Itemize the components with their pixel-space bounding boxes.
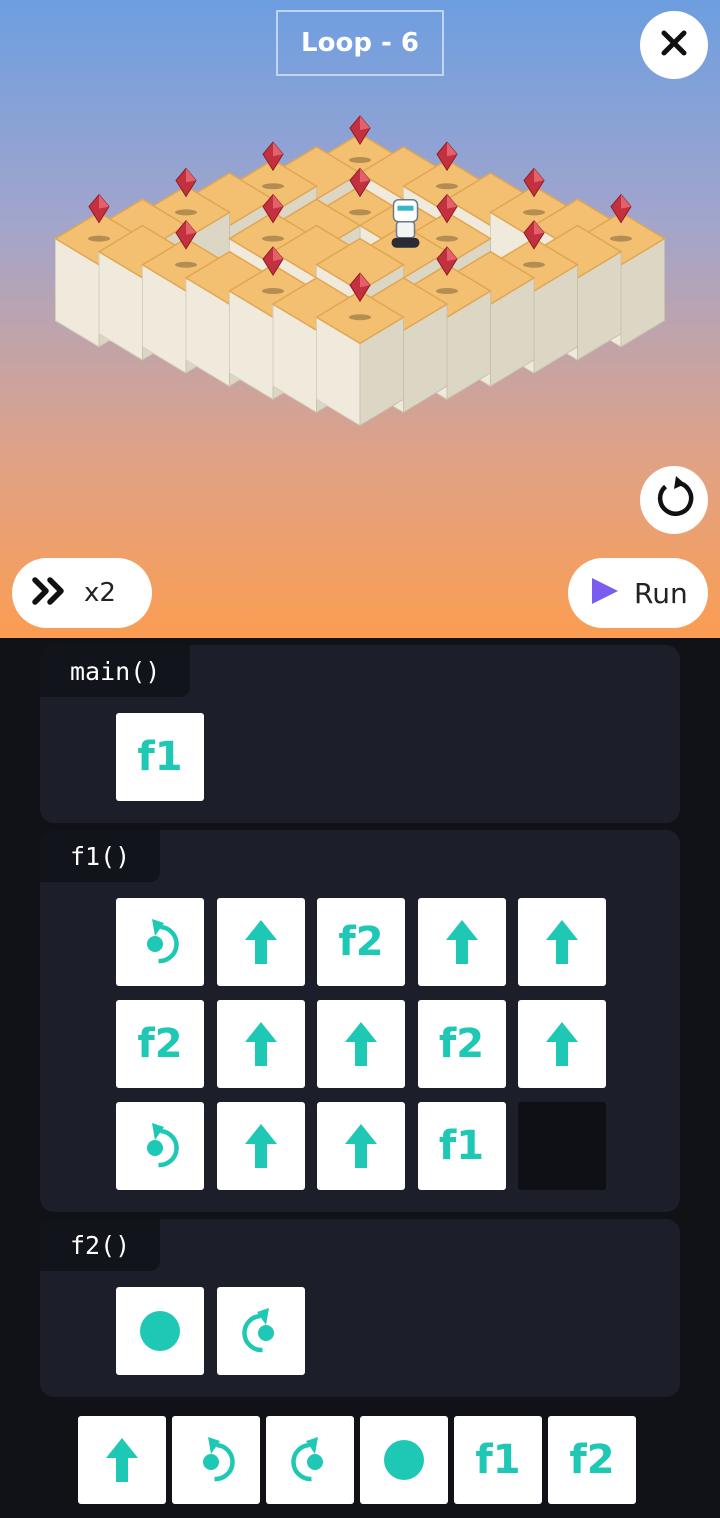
call-f2-block[interactable]: f2 — [417, 1000, 506, 1088]
forward-icon — [241, 918, 281, 966]
turn-left-block[interactable] — [116, 1102, 204, 1190]
turn-right-icon — [239, 1305, 283, 1357]
gem-shadow — [436, 235, 458, 242]
palette-call-f1-block[interactable]: f1 — [454, 1416, 542, 1504]
game-area: Loop - 6 x2 Run — [0, 0, 720, 638]
forward-block[interactable] — [216, 1102, 305, 1190]
f2-slots — [116, 1287, 606, 1375]
gem-shadow — [349, 314, 371, 321]
main-slots: f1 — [116, 713, 606, 801]
forward-block[interactable] — [216, 1000, 305, 1088]
robot-eyes — [397, 205, 414, 211]
gem-highlight — [447, 142, 457, 157]
gem-shadow — [175, 209, 197, 216]
palette-forward-block[interactable] — [78, 1416, 166, 1504]
gem-highlight — [621, 194, 631, 209]
forward-icon — [442, 918, 482, 966]
forward-block[interactable] — [417, 898, 506, 986]
block-label: f2 — [137, 1021, 183, 1067]
palette-turn-right-block[interactable] — [266, 1416, 354, 1504]
restart-button[interactable] — [640, 466, 708, 534]
collect-block[interactable] — [116, 1287, 204, 1375]
gem-shadow — [88, 235, 110, 242]
run-button[interactable]: Run — [568, 558, 708, 628]
forward-icon — [102, 1436, 142, 1484]
close-button[interactable] — [640, 11, 708, 79]
turn-right-icon — [288, 1434, 332, 1486]
collect-icon — [139, 1310, 181, 1352]
speed-label: x2 — [84, 578, 116, 608]
block-label: f1 — [438, 1123, 485, 1169]
turn-left-icon — [138, 1120, 182, 1172]
gem-shadow — [349, 157, 371, 163]
gem-shadow — [523, 261, 545, 268]
call-f1-block[interactable]: f1 — [116, 713, 204, 801]
turn-left-icon — [138, 916, 182, 968]
forward-block[interactable] — [317, 1102, 405, 1190]
block-label: f2 — [569, 1437, 615, 1483]
gem-shadow — [523, 209, 545, 216]
close-icon — [660, 29, 688, 61]
f2-function-panel: f2() — [40, 1219, 680, 1397]
palette-collect-block[interactable] — [360, 1416, 448, 1504]
speed-button[interactable]: x2 — [12, 558, 152, 628]
gem-shadow — [262, 183, 284, 190]
command-palette: f1 f2 — [78, 1416, 636, 1504]
fast-forward-icon — [32, 577, 66, 609]
gem-shadow — [436, 183, 458, 190]
main-function-title: main() — [40, 645, 190, 697]
forward-icon — [341, 1122, 381, 1170]
play-icon — [590, 576, 620, 610]
forward-icon — [542, 1020, 582, 1068]
game-board — [54, 115, 666, 427]
gem-shadow — [262, 235, 284, 242]
forward-block[interactable] — [317, 1000, 405, 1088]
call-f2-block[interactable]: f2 — [116, 1000, 204, 1088]
f2-function-title: f2() — [40, 1219, 160, 1271]
block-label: f1 — [137, 734, 183, 780]
turn-right-block[interactable] — [216, 1287, 305, 1375]
turn-left-block[interactable] — [116, 898, 204, 986]
block-label: f2 — [438, 1021, 485, 1067]
f1-slots: f2 f2 f2 f1 — [116, 898, 606, 1190]
turn-left-icon — [194, 1434, 238, 1486]
collect-icon — [383, 1439, 425, 1481]
forward-icon — [241, 1122, 281, 1170]
gem-shadow — [349, 209, 371, 216]
call-f2-block[interactable]: f2 — [317, 898, 405, 986]
forward-block[interactable] — [216, 898, 305, 986]
gem-highlight — [273, 142, 283, 157]
robot-treads — [391, 237, 420, 248]
empty-slot[interactable] — [518, 1102, 606, 1190]
forward-block[interactable] — [518, 1000, 606, 1088]
forward-icon — [241, 1020, 281, 1068]
level-title: Loop - 6 — [276, 10, 444, 76]
forward-block[interactable] — [518, 898, 606, 986]
gem-shadow — [262, 288, 284, 294]
block-label: f2 — [338, 919, 384, 965]
gem-shadow — [436, 288, 458, 294]
palette-turn-left-block[interactable] — [172, 1416, 260, 1504]
call-f1-block[interactable]: f1 — [417, 1102, 506, 1190]
robot-body — [395, 220, 416, 239]
restart-icon — [652, 476, 696, 524]
gem-highlight — [360, 116, 370, 130]
forward-icon — [542, 918, 582, 966]
gem-shadow — [610, 235, 632, 242]
f1-function-panel: f1() f2 f2 f2 f1 — [40, 830, 680, 1212]
palette-call-f2-block[interactable]: f2 — [548, 1416, 636, 1504]
gem-shadow — [175, 261, 197, 268]
block-label: f1 — [475, 1437, 521, 1483]
gem-highlight — [99, 194, 109, 209]
gem-highlight — [534, 168, 544, 183]
f1-function-title: f1() — [40, 830, 160, 882]
main-function-panel: main() f1 — [40, 645, 680, 823]
run-label: Run — [634, 576, 688, 610]
gem-highlight — [186, 168, 196, 183]
forward-icon — [341, 1020, 381, 1068]
